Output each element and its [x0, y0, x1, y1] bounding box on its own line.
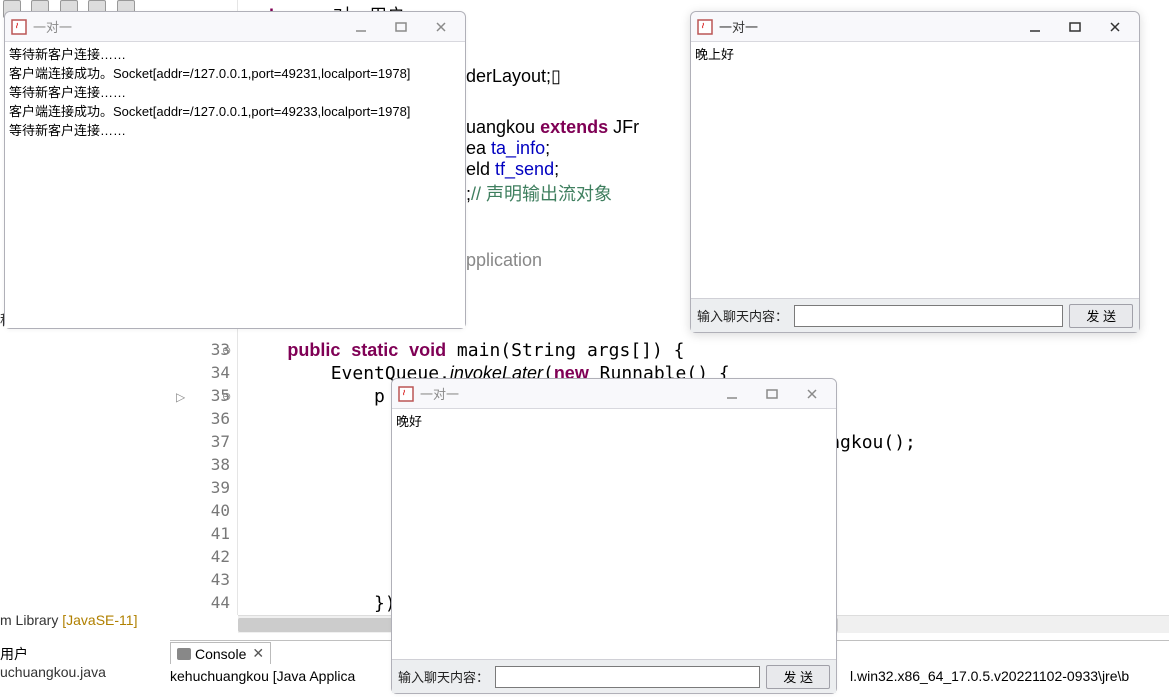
- package-explorer-fragment: m Library [JavaSE-11] 用户 uchuangkou.java: [0, 612, 137, 680]
- chat-input-bar: 输入聊天内容： 发 送: [392, 659, 836, 693]
- log-line: 等待新客户连接……: [9, 82, 461, 101]
- chat-window-right[interactable]: 一对一 晚上好 输入聊天内容： 发 送: [690, 11, 1140, 333]
- console-icon: [177, 648, 191, 660]
- line-number: 38: [170, 455, 230, 474]
- code-line[interactable]: public static void main(String args[]) {: [244, 340, 685, 361]
- line-number: 44: [170, 593, 230, 612]
- code-line: eld tf_send;: [466, 159, 639, 180]
- chat-message: 晚好: [396, 411, 832, 430]
- close-button[interactable]: [792, 380, 832, 408]
- close-button[interactable]: [1095, 13, 1135, 41]
- window-title: 一对一: [33, 17, 72, 36]
- log-textarea[interactable]: 等待新客户连接……客户端连接成功。Socket[addr=/127.0.0.1,…: [5, 42, 465, 328]
- maximize-button[interactable]: [381, 13, 421, 41]
- minimize-button[interactable]: [712, 380, 752, 408]
- chat-input[interactable]: [794, 305, 1063, 327]
- chat-input[interactable]: [495, 666, 760, 688]
- library-node[interactable]: m Library [JavaSE-11]: [0, 612, 137, 628]
- minimize-button[interactable]: [1015, 13, 1055, 41]
- window-title: 一对一: [719, 17, 758, 36]
- line-number: 43: [170, 570, 230, 589]
- code-line[interactable]: });: [244, 593, 407, 614]
- log-line: 等待新客户连接……: [9, 44, 461, 63]
- chat-message: 晚上好: [695, 44, 1135, 63]
- close-button[interactable]: [421, 13, 461, 41]
- console-jre-path: l.win32.x86_64_17.0.5.v20221102-0933\jre…: [850, 668, 1129, 684]
- console-tab-area: Console ✕: [170, 642, 271, 664]
- code-line: uangkou extends JFr: [466, 117, 639, 138]
- java-app-icon: [11, 19, 27, 35]
- send-button[interactable]: 发 送: [1069, 304, 1133, 328]
- input-label: 输入聊天内容：: [398, 667, 489, 686]
- line-number: 39: [170, 478, 230, 497]
- maximize-button[interactable]: [752, 380, 792, 408]
- chat-textarea[interactable]: 晚好: [392, 409, 836, 659]
- override-marker: ▷: [176, 390, 185, 404]
- partial-code-area: derLayout;▯ uangkou extends JFr ea ta_in…: [466, 66, 639, 271]
- line-number: 37: [170, 432, 230, 451]
- line-number: 34: [170, 363, 230, 382]
- send-button[interactable]: 发 送: [766, 665, 830, 689]
- chat-textarea[interactable]: 晚上好: [691, 42, 1139, 298]
- line-number: 33: [170, 340, 230, 359]
- code-line: derLayout;▯: [466, 66, 639, 87]
- console-label: Console: [195, 646, 246, 662]
- window-title: 一对一: [420, 384, 459, 403]
- log-line: 客户端连接成功。Socket[addr=/127.0.0.1,port=4923…: [9, 63, 461, 82]
- line-number: 41: [170, 524, 230, 543]
- window-titlebar[interactable]: 一对一: [691, 12, 1139, 42]
- line-number: 36: [170, 409, 230, 428]
- java-app-icon: [398, 386, 414, 402]
- chat-window-middle[interactable]: 一对一 晚好 输入聊天内容： 发 送: [391, 378, 837, 694]
- minimize-button[interactable]: [341, 13, 381, 41]
- window-titlebar[interactable]: 一对一: [392, 379, 836, 409]
- console-output-line: kehuchuangkou [Java Applica: [170, 668, 355, 684]
- close-icon[interactable]: ✕: [252, 645, 264, 662]
- window-titlebar[interactable]: 一对一: [5, 12, 465, 42]
- java-app-icon: [697, 19, 713, 35]
- log-line: 客户端连接成功。Socket[addr=/127.0.0.1,port=4923…: [9, 101, 461, 120]
- package-node[interactable]: 用户: [0, 644, 137, 664]
- chat-input-bar: 输入聊天内容： 发 送: [691, 298, 1139, 332]
- console-tab[interactable]: Console ✕: [170, 642, 271, 664]
- code-line: ea ta_info;: [466, 138, 639, 159]
- code-line[interactable]: p: [244, 386, 385, 407]
- code-line: ;// 声明输出流对象: [466, 180, 639, 206]
- log-window-left[interactable]: 一对一 等待新客户连接……客户端连接成功。Socket[addr=/127.0.…: [4, 11, 466, 329]
- maximize-button[interactable]: [1055, 13, 1095, 41]
- file-node[interactable]: uchuangkou.java: [0, 664, 137, 680]
- input-label: 输入聊天内容：: [697, 306, 788, 325]
- fold-marker[interactable]: ⊖: [222, 390, 231, 403]
- code-line: pplication: [466, 250, 639, 271]
- log-line: 等待新客户连接……: [9, 120, 461, 139]
- fold-marker[interactable]: ⊖: [222, 344, 231, 357]
- line-number: 40: [170, 501, 230, 520]
- line-number: 42: [170, 547, 230, 566]
